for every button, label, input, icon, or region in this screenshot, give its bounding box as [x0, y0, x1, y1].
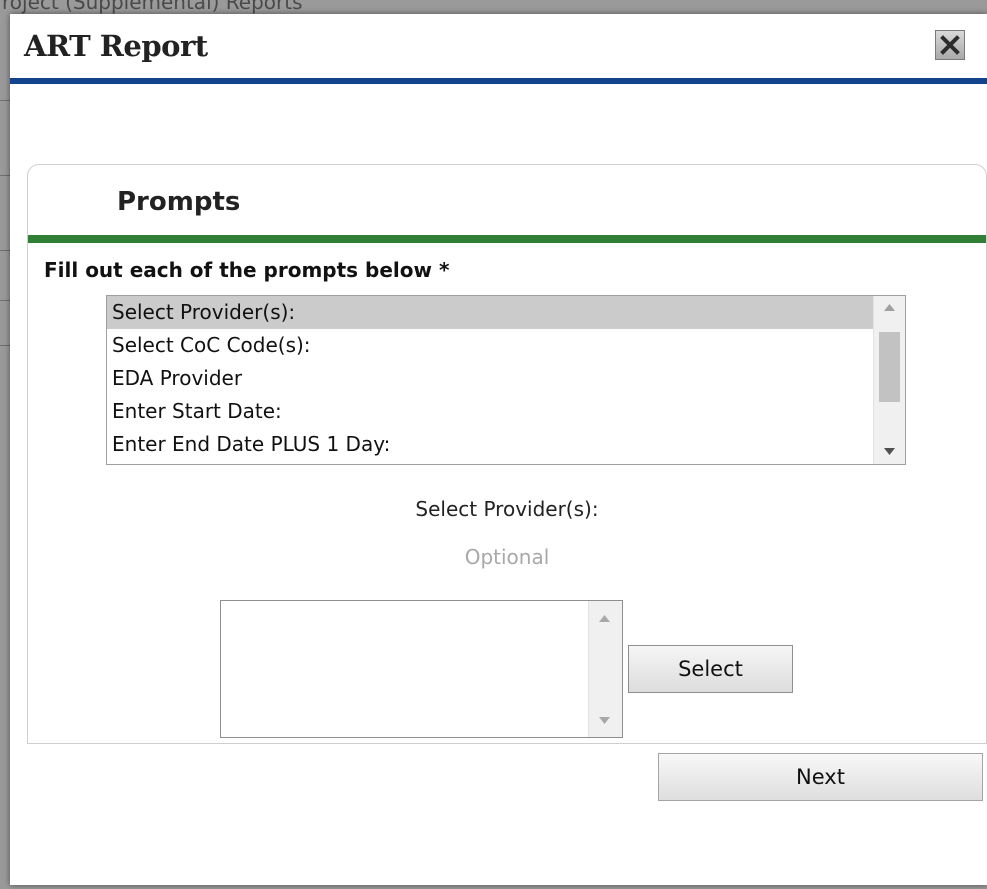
background-divider — [0, 250, 10, 251]
dialog-title: ART Report — [24, 29, 208, 63]
instruction-text: Fill out each of the prompts below * — [44, 258, 450, 282]
background-divider — [0, 175, 10, 176]
current-prompt-label: Select Provider(s): — [415, 497, 599, 521]
triangle-up-icon — [884, 304, 895, 311]
prompt-list[interactable]: Select Provider(s): Select CoC Code(s): … — [106, 295, 906, 465]
prompt-list-item[interactable]: Enter Start Date: — [107, 395, 873, 428]
scroll-down-button[interactable] — [589, 711, 620, 731]
prompt-list-scrollbar[interactable] — [873, 296, 905, 464]
optional-label: Optional — [464, 545, 550, 569]
dialog-header: ART Report — [10, 14, 987, 84]
background-divider — [0, 345, 10, 346]
prompt-list-item[interactable]: Enter End Date PLUS 1 Day: — [107, 428, 873, 461]
next-button[interactable]: Next — [658, 753, 983, 801]
close-button[interactable] — [935, 30, 965, 60]
triangle-down-icon — [884, 448, 895, 455]
art-report-dialog: ART Report Prompts Fill out each of the … — [10, 14, 987, 885]
close-icon — [940, 35, 960, 55]
triangle-up-icon — [599, 615, 610, 622]
scroll-up-button[interactable] — [589, 609, 620, 629]
select-button[interactable]: Select — [628, 645, 793, 693]
provider-selection-list[interactable] — [220, 600, 623, 738]
scroll-up-button[interactable] — [874, 298, 905, 318]
background-divider — [0, 100, 10, 101]
panel-divider — [28, 235, 986, 243]
prompt-list-item[interactable]: Select CoC Code(s): — [107, 329, 873, 362]
scroll-down-button[interactable] — [874, 442, 905, 462]
triangle-down-icon — [599, 717, 610, 724]
prompts-panel: Prompts Fill out each of the prompts bel… — [27, 164, 987, 744]
prompt-list-item[interactable]: EDA Provider — [107, 362, 873, 395]
panel-title: Prompts — [117, 187, 241, 217]
prompt-list-item[interactable]: Select Provider(s): — [107, 296, 873, 329]
scrollbar-thumb[interactable] — [879, 332, 900, 402]
background-divider — [0, 300, 10, 301]
provider-list-scrollbar[interactable] — [588, 601, 622, 737]
background-page-title: roject (Supplemental) Reports — [2, 0, 303, 14]
